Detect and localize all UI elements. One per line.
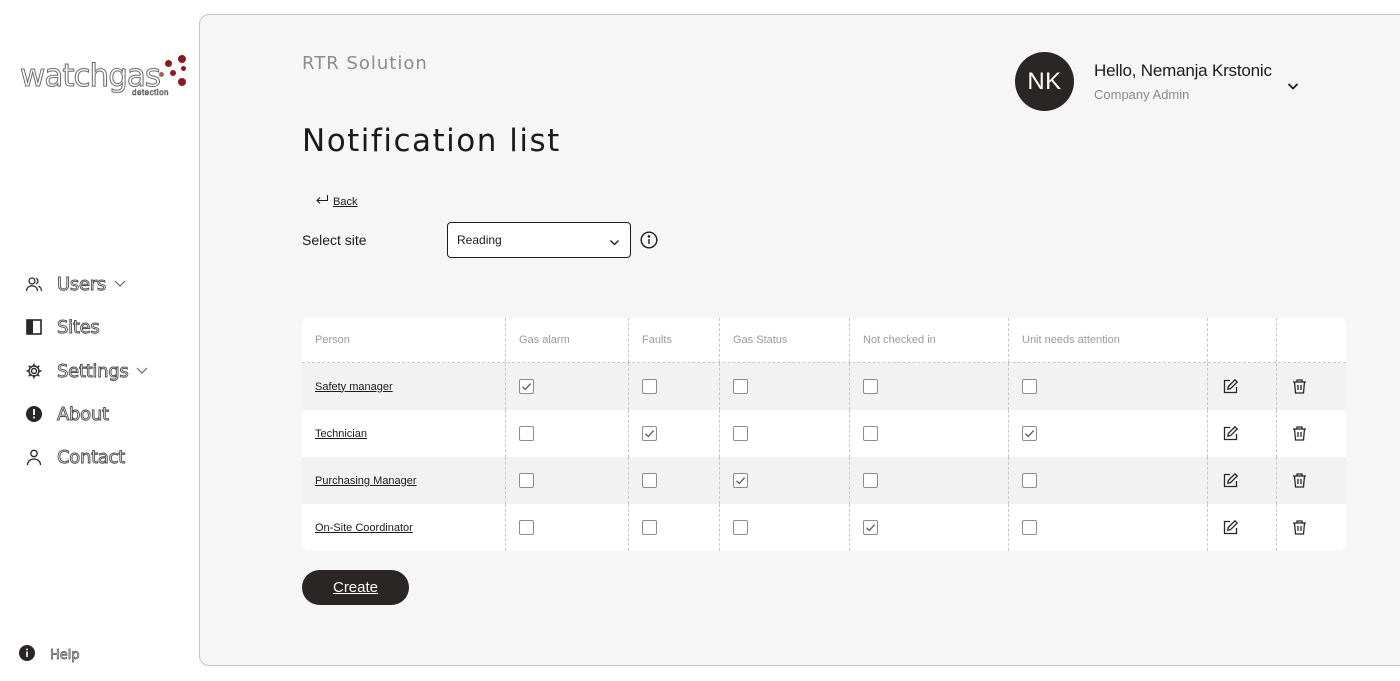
sidebar-item-contact[interactable]: Contact [24, 443, 126, 471]
column-header: Unit needs attention [1009, 318, 1208, 362]
company-name: RTR Solution [302, 53, 428, 74]
notification-checkbox[interactable] [519, 520, 534, 535]
sidebar-item-users[interactable]: Users [24, 270, 126, 298]
column-header: Faults [629, 318, 720, 362]
table-row: Purchasing Manager [302, 457, 1346, 504]
logo-subtext: detection [132, 88, 169, 98]
sidebar-item-label: Sites [57, 316, 101, 338]
sidebar-item-label: Users [57, 273, 107, 295]
notification-checkbox[interactable] [1022, 520, 1037, 535]
notification-checkbox[interactable] [1022, 473, 1037, 488]
notification-checkbox[interactable] [642, 473, 657, 488]
notification-checkbox[interactable] [733, 426, 748, 441]
trash-icon[interactable] [1290, 519, 1308, 537]
notification-checkbox[interactable] [642, 426, 657, 441]
notification-checkbox[interactable] [642, 520, 657, 535]
notification-checkbox[interactable] [863, 520, 878, 535]
column-header [1277, 318, 1346, 362]
user-greeting: Hello, Nemanja Krstonic [1094, 61, 1272, 80]
create-button[interactable]: Create [302, 570, 409, 605]
select-site-label: Select site [302, 232, 367, 248]
column-header: Person [302, 318, 506, 362]
info-icon[interactable] [640, 231, 658, 249]
trash-icon[interactable] [1290, 425, 1308, 443]
edit-icon[interactable] [1221, 425, 1239, 443]
sites-icon [24, 317, 44, 337]
notification-checkbox[interactable] [1022, 426, 1037, 441]
table-row: Safety manager [302, 363, 1346, 410]
sidebar-item-settings[interactable]: Settings [24, 357, 148, 385]
sidebar-item-sites[interactable]: Sites [24, 313, 101, 341]
users-icon [24, 274, 44, 294]
notification-checkbox[interactable] [733, 379, 748, 394]
avatar: NK [1015, 52, 1074, 111]
edit-icon[interactable] [1221, 472, 1239, 490]
table-body: Safety manager Technician Purchasing Manag… [302, 363, 1346, 551]
watchgas-logo[interactable]: watchgas detection [18, 54, 193, 104]
edit-icon[interactable] [1221, 519, 1239, 537]
trash-icon[interactable] [1290, 472, 1308, 490]
sidebar-item-label: Contact [57, 446, 126, 468]
return-arrow-icon [315, 193, 329, 211]
notification-checkbox[interactable] [519, 473, 534, 488]
person-link[interactable]: Safety manager [315, 381, 393, 393]
help-link[interactable]: Help [18, 644, 80, 667]
chevron-down-icon [609, 235, 620, 246]
user-menu[interactable]: NK Hello, Nemanja Krstonic Company Admin [1015, 52, 1272, 111]
edit-icon[interactable] [1221, 378, 1239, 396]
site-select[interactable]: Reading [447, 222, 631, 258]
sidebar-item-label: Settings [57, 360, 130, 382]
table-header-row: Person Gas alarm Faults Gas Status Not c… [302, 318, 1346, 363]
person-link[interactable]: On-Site Coordinator [315, 522, 413, 534]
app-root: watchgas detection Users Sites Settings … [0, 0, 1400, 681]
column-header: Gas alarm [506, 318, 629, 362]
notification-checkbox[interactable] [642, 379, 657, 394]
user-info: Hello, Nemanja Krstonic Company Admin [1094, 61, 1272, 102]
person-link[interactable]: Purchasing Manager [315, 475, 417, 487]
page-title: Notification list [302, 123, 561, 159]
column-header: Gas Status [720, 318, 850, 362]
notification-checkbox[interactable] [733, 473, 748, 488]
back-link[interactable]: Back [315, 193, 357, 211]
info-icon [18, 644, 36, 667]
chevron-down-icon[interactable] [1286, 79, 1300, 93]
notification-checkbox[interactable] [733, 520, 748, 535]
main-panel: RTR Solution Notification list NK Hello,… [199, 14, 1400, 666]
alert-icon [24, 404, 44, 424]
gear-icon [24, 361, 44, 381]
column-header: Not checked in [850, 318, 1009, 362]
person-link[interactable]: Technician [315, 428, 367, 440]
user-role: Company Admin [1094, 87, 1190, 102]
table-row: Technician [302, 410, 1346, 457]
site-select-value: Reading [457, 233, 502, 247]
notification-checkbox[interactable] [1022, 379, 1037, 394]
notification-checkbox[interactable] [863, 473, 878, 488]
column-header [1208, 318, 1277, 362]
notification-checkbox[interactable] [863, 379, 878, 394]
notification-table: Person Gas alarm Faults Gas Status Not c… [302, 318, 1346, 551]
chevron-down-icon [136, 365, 148, 377]
sidebar-item-about[interactable]: About [24, 400, 109, 428]
person-icon [24, 447, 44, 467]
notification-checkbox[interactable] [519, 426, 534, 441]
notification-checkbox[interactable] [519, 379, 534, 394]
sidebar-item-label: About [57, 403, 110, 425]
notification-checkbox[interactable] [863, 426, 878, 441]
table-row: On-Site Coordinator [302, 504, 1346, 551]
chevron-down-icon [114, 278, 126, 290]
trash-icon[interactable] [1290, 378, 1308, 396]
sidebar: watchgas detection Users Sites Settings … [0, 0, 200, 681]
help-label: Help [50, 648, 80, 664]
back-label: Back [333, 196, 358, 208]
